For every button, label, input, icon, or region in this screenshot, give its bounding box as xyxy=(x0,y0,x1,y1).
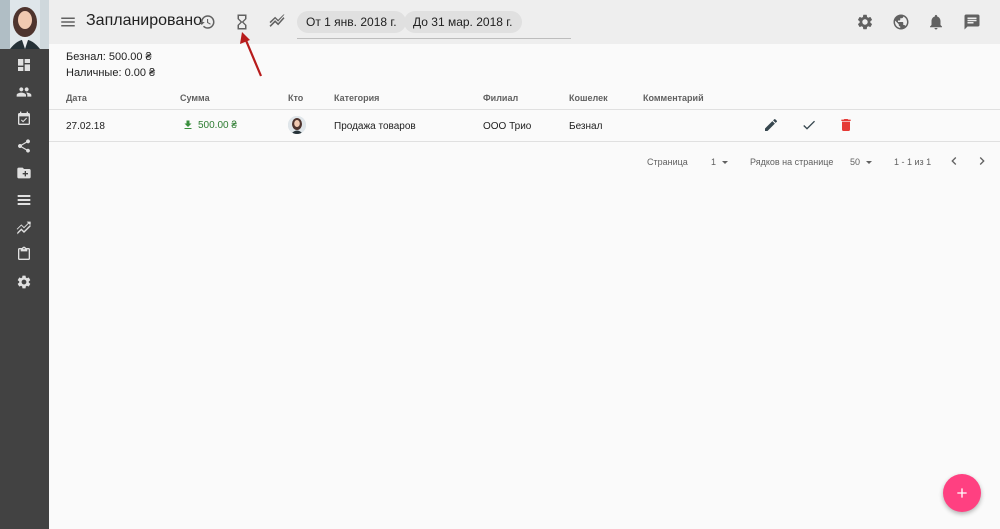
rows-per-page-select[interactable]: 50 xyxy=(850,157,873,167)
date-range-underline xyxy=(297,38,571,39)
chat-icon[interactable] xyxy=(958,8,986,36)
people-icon[interactable] xyxy=(12,80,36,104)
col-comment[interactable]: Комментарий xyxy=(643,93,704,103)
row-user-avatar xyxy=(288,116,306,134)
row-branch: ООО Трио xyxy=(483,121,532,132)
chevron-down-icon xyxy=(722,161,729,165)
date-to-chip[interactable]: До 31 мар. 2018 г. xyxy=(404,11,522,33)
annotation-arrow-icon xyxy=(240,32,263,77)
share-icon[interactable] xyxy=(12,134,36,158)
history-icon[interactable] xyxy=(193,8,221,36)
chevron-down-icon xyxy=(866,161,873,165)
folder-icon[interactable] xyxy=(12,161,36,185)
top-bar: Запланировано От 1 янв. 2018 г. До 31 ма… xyxy=(49,0,1000,44)
page-title: Запланировано xyxy=(86,12,202,29)
page-select-value: 1 xyxy=(711,157,717,167)
confirm-check-icon[interactable] xyxy=(801,117,817,133)
header-divider xyxy=(49,109,1000,110)
menu-icon[interactable] xyxy=(54,8,82,36)
pagination-rows-label: Рядков на странице xyxy=(750,157,834,167)
col-branch[interactable]: Филиал xyxy=(483,93,518,103)
pagination-page-label: Страница xyxy=(647,157,688,167)
col-category[interactable]: Категория xyxy=(334,93,379,103)
delete-icon[interactable] xyxy=(838,117,854,133)
rows-per-page-value: 50 xyxy=(850,157,861,167)
row-amount: 500.00 ₴ xyxy=(182,119,237,131)
row-category: Продажа товаров xyxy=(334,121,416,132)
dashboard-icon[interactable] xyxy=(12,53,36,77)
download-icon xyxy=(184,120,192,129)
sidebar xyxy=(0,0,49,529)
settings-icon[interactable] xyxy=(851,8,879,36)
plus-icon xyxy=(957,488,967,498)
globe-icon[interactable] xyxy=(887,8,915,36)
trend-icon[interactable] xyxy=(263,8,291,36)
col-date[interactable]: Дата xyxy=(66,93,87,103)
row-amount-value: 500.00 ₴ xyxy=(198,119,237,131)
col-amount[interactable]: Сумма xyxy=(180,93,210,103)
row-wallet: Безнал xyxy=(569,121,603,132)
settings-icon[interactable] xyxy=(12,270,36,294)
prev-page-icon[interactable] xyxy=(946,153,962,169)
page-select[interactable]: 1 xyxy=(711,157,729,167)
trending-icon[interactable] xyxy=(12,215,36,239)
row-date: 27.02.18 xyxy=(66,121,105,132)
pagination-range: 1 - 1 из 1 xyxy=(894,157,932,167)
list-icon[interactable] xyxy=(12,188,36,212)
next-page-icon[interactable] xyxy=(974,153,990,169)
row-divider xyxy=(49,141,1000,142)
user-avatar[interactable] xyxy=(0,0,49,49)
bell-icon[interactable] xyxy=(922,8,950,36)
event-check-icon[interactable] xyxy=(12,107,36,131)
col-wallet[interactable]: Кошелек xyxy=(569,93,608,103)
col-who[interactable]: Кто xyxy=(288,93,303,103)
summary-cashless: Безнал: 500.00 ₴ xyxy=(66,51,152,63)
summary-cash: Наличные: 0.00 ₴ xyxy=(66,67,156,79)
date-from-chip[interactable]: От 1 янв. 2018 г. xyxy=(297,11,406,33)
add-button[interactable] xyxy=(943,474,981,512)
clipboard-icon[interactable] xyxy=(12,242,36,266)
edit-icon[interactable] xyxy=(763,117,779,133)
